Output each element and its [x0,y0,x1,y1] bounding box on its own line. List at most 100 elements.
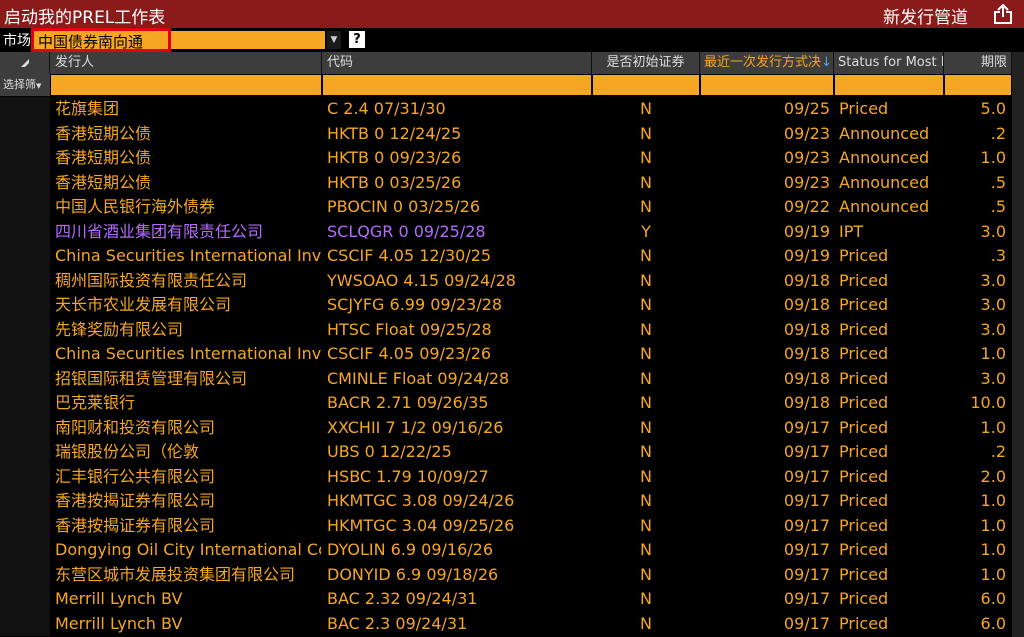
column-header-last-issue[interactable]: 最近一次发行方式决↓ [700,52,834,74]
column-header-term[interactable]: 期限 [944,52,1012,74]
cell-code[interactable]: HKMTGC 3.04 09/25/26 [327,514,597,539]
cell-code[interactable]: BAC 2.3 09/24/31 [327,612,597,637]
filter-code[interactable] [323,75,591,95]
cell-status: Priced [839,491,889,510]
cell-issuer[interactable]: Dongying Oil City International Co [55,538,321,563]
column-header-initial[interactable]: 是否初始证券 [592,52,700,74]
cell-code[interactable]: PBOCIN 0 03/25/26 [327,195,597,220]
filter-status[interactable] [835,75,943,95]
filter-select[interactable]: 选择筛▼ [0,74,50,96]
table-row[interactable]: 招银国际租赁管理有限公司 CMINLE Float 09/24/28 N 09/18 P… [0,366,1024,392]
cell-code[interactable]: HTSC Float 09/25/28 [327,318,597,343]
table-row[interactable]: 稠州国际投资有限责任公司 YWSOAO 4.15 09/24/28 N 09/18 Pr… [0,268,1024,294]
cell-issuer[interactable]: 招银国际租赁管理有限公司 [55,367,321,392]
cell-issuer[interactable]: 天长市农业发展有限公司 [55,293,321,318]
market-field-fill[interactable] [171,31,325,49]
worksheet-title[interactable]: 启动我的PREL工作表 [4,3,165,28]
cell-issuer[interactable]: 香港短期公债 [55,122,321,147]
cell-issuer[interactable]: 香港短期公债 [55,146,321,171]
cell-issuer[interactable]: 四川省酒业集团有限责任公司 [55,220,321,245]
table-row[interactable]: China Securities International Inv CSCIF … [0,244,1024,269]
cell-code[interactable]: DYOLIN 6.9 09/16/26 [327,538,597,563]
cell-code[interactable]: DONYID 6.9 09/18/26 [327,563,597,588]
cell-issuer[interactable]: Merrill Lynch BV [55,587,321,612]
cell-initial: N [640,295,652,314]
cell-last-issue-date: 09/17 [783,515,830,535]
table-row[interactable]: Merrill Lynch BV BAC 2.3 09/24/31 N 09/17 Pr… [0,611,1024,637]
cell-issuer[interactable]: 汇丰银行公共有限公司 [55,465,321,490]
column-header-last-issue-label: 最近一次发行方式决 [704,55,822,70]
cell-code[interactable]: HKTB 0 12/24/25 [327,122,597,147]
cell-term: .5 [990,172,1006,192]
cell-last-issue-date: 09/23 [783,172,830,192]
cell-code[interactable]: HKTB 0 09/23/26 [327,146,597,171]
cell-code[interactable]: CMINLE Float 09/24/28 [327,367,597,392]
cell-code[interactable]: HSBC 1.79 10/09/27 [327,465,597,490]
cell-code[interactable]: HKMTGC 3.08 09/24/26 [327,489,597,514]
cell-issuer[interactable]: 先锋奖励有限公司 [55,318,321,343]
table-row[interactable]: 香港短期公债 HKTB 0 03/25/26 N 09/23 Announced .5 [0,170,1024,196]
table-row[interactable]: 香港短期公债 HKTB 0 09/23/26 N 09/23 Announced 1.0 [0,146,1024,171]
cell-issuer[interactable]: 巴克莱银行 [55,391,321,416]
table-row[interactable]: 南阳财和投资有限公司 XXCHII 7 1/2 09/16/26 N 09/17 Pri… [0,415,1024,441]
cell-code[interactable]: BACR 2.71 09/26/35 [327,391,597,416]
cell-issuer[interactable]: 中国人民银行海外债券 [55,195,321,220]
table-row[interactable]: 花旗集团 C 2.4 07/31/30 N 09/25 Priced 5.0 [0,97,1024,122]
cell-issuer[interactable]: China Securities International Inv [55,342,321,367]
column-settings-icon[interactable] [0,52,50,74]
cell-issuer[interactable]: 瑞银股份公司（伦敦 [55,440,321,465]
column-header-issuer[interactable]: 发行人 [50,52,322,74]
table-row[interactable]: 巴克莱银行 BACR 2.71 09/26/35 N 09/18 Priced 10.0 [0,391,1024,416]
cell-last-issue-date: 09/17 [783,613,830,633]
column-header-status[interactable]: Status for Most R [834,52,944,74]
help-button[interactable]: ? [349,31,365,48]
filter-term[interactable] [945,75,1011,95]
table-row[interactable]: 香港按揭证券有限公司 HKMTGC 3.08 09/24/26 N 09/17 Pric… [0,489,1024,514]
cell-code[interactable]: SCJYFG 6.99 09/23/28 [327,293,597,318]
vertical-scrollbar[interactable] [1012,52,1024,637]
column-header-code[interactable]: 代码 [322,52,592,74]
cell-issuer[interactable]: 香港按揭证券有限公司 [55,514,321,539]
table-row[interactable]: 香港按揭证券有限公司 HKMTGC 3.04 09/25/26 N 09/17 Pric… [0,513,1024,539]
cell-code[interactable]: XXCHII 7 1/2 09/16/26 [327,416,597,441]
row-gutter [0,513,50,538]
cell-issuer[interactable]: 东营区城市发展投资集团有限公司 [55,563,321,588]
chevron-down-icon[interactable]: ▼ [327,31,341,49]
cell-issuer[interactable]: China Securities International Inv [55,244,321,269]
table-row[interactable]: 中国人民银行海外债券 PBOCIN 0 03/25/26 N 09/22 Announc… [0,195,1024,220]
table-row[interactable]: 四川省酒业集团有限责任公司 SCLQGR 0 09/25/28 Y 09/19 IPT 3… [0,219,1024,245]
cell-issuer[interactable]: 香港按揭证券有限公司 [55,489,321,514]
cell-code[interactable]: BAC 2.32 09/24/31 [327,587,597,612]
cell-term: 3.0 [980,295,1006,314]
table-row[interactable]: Merrill Lynch BV BAC 2.32 09/24/31 N 09/17 P… [0,587,1024,612]
filter-initial[interactable] [593,75,699,95]
table-row[interactable]: 香港短期公债 HKTB 0 12/24/25 N 09/23 Announced .2 [0,121,1024,147]
table-row[interactable]: 东营区城市发展投资集团有限公司 DONYID 6.9 09/18/26 N 09/17… [0,562,1024,588]
cell-last-issue-date: 09/19 [783,246,830,265]
cell-code[interactable]: C 2.4 07/31/30 [327,97,597,122]
filter-issuer[interactable] [51,75,321,95]
cell-term: 10.0 [970,393,1006,412]
cell-code[interactable]: SCLQGR 0 09/25/28 [327,220,597,245]
cell-code[interactable]: HKTB 0 03/25/26 [327,171,597,196]
table-row[interactable]: 瑞银股份公司（伦敦 UBS 0 12/22/25 N 09/17 Priced .2 [0,440,1024,465]
cell-last-issue-date: 09/17 [783,589,830,608]
cell-code[interactable]: UBS 0 12/22/25 [327,440,597,465]
row-gutter [0,366,50,391]
cell-code[interactable]: CSCIF 4.05 12/30/25 [327,244,597,269]
cell-issuer[interactable]: 南阳财和投资有限公司 [55,416,321,441]
cell-issuer[interactable]: 稠州国际投资有限责任公司 [55,269,321,294]
table-row[interactable]: 先锋奖励有限公司 HTSC Float 09/25/28 N 09/18 Priced 3… [0,317,1024,343]
share-export-icon[interactable] [992,4,1014,24]
table-row[interactable]: 天长市农业发展有限公司 SCJYFG 6.99 09/23/28 N 09/18 Pri… [0,293,1024,318]
cell-issuer[interactable]: Merrill Lynch BV [55,612,321,637]
market-select[interactable]: 中国债券南向通 [31,28,171,52]
cell-issuer[interactable]: 花旗集团 [55,97,321,122]
cell-code[interactable]: YWSOAO 4.15 09/24/28 [327,269,597,294]
table-row[interactable]: Dongying Oil City International Co DYOLIN… [0,538,1024,563]
filter-last-issue[interactable] [701,75,833,95]
table-row[interactable]: 汇丰银行公共有限公司 HSBC 1.79 10/09/27 N 09/17 Priced… [0,464,1024,490]
table-row[interactable]: China Securities International Inv CSCIF … [0,342,1024,367]
cell-issuer[interactable]: 香港短期公债 [55,171,321,196]
cell-code[interactable]: CSCIF 4.05 09/23/26 [327,342,597,367]
